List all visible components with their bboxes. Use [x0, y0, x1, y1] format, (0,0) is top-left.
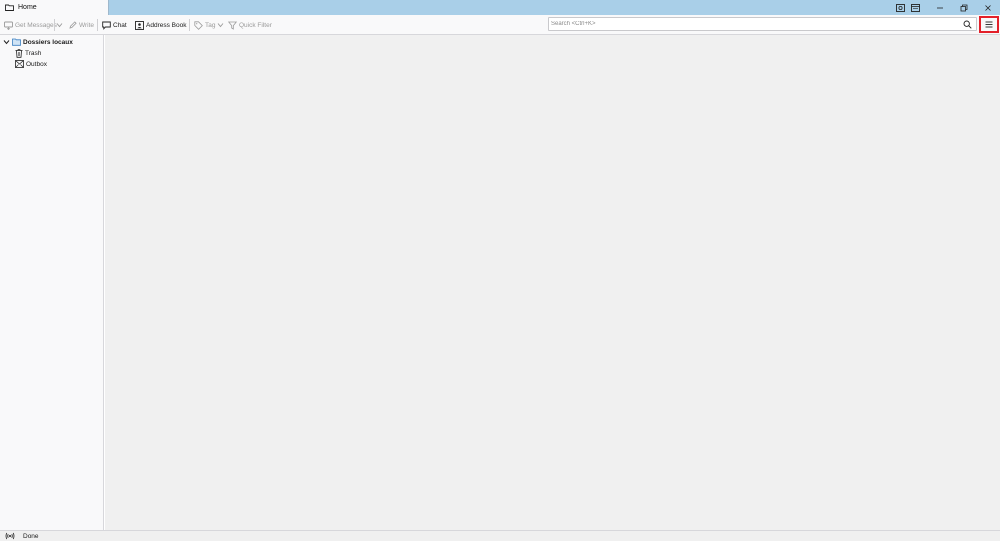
chat-label: Chat [113, 21, 127, 29]
search-icon[interactable] [963, 20, 972, 29]
tab-label: Home [18, 4, 37, 11]
tab-home[interactable]: Home [0, 0, 109, 15]
restore-icon[interactable] [952, 0, 976, 15]
chevron-down-icon [56, 22, 63, 28]
folder-item-outbox[interactable]: Outbox [15, 59, 47, 69]
minimize-icon[interactable] [928, 0, 952, 15]
toolbar-separator [54, 19, 55, 31]
folder-label: Outbox [26, 60, 47, 68]
status-bar: Done [0, 530, 1000, 541]
main-content-area [105, 35, 1000, 530]
get-messages-dropdown[interactable] [56, 19, 63, 31]
write-label: Write [79, 21, 95, 29]
tag-icon [194, 20, 203, 30]
calendar-icon[interactable] [903, 0, 927, 15]
status-text: Done [23, 532, 39, 540]
address-book-icon [135, 20, 144, 30]
toolbar-separator [97, 19, 98, 31]
chevron-down-icon [217, 22, 224, 28]
chevron-down-icon[interactable] [3, 39, 10, 45]
pencil-icon [69, 21, 77, 29]
folder-icon [12, 38, 21, 46]
app-menu-button[interactable] [979, 16, 999, 33]
outbox-icon [15, 60, 24, 68]
search-input[interactable] [551, 19, 951, 29]
online-status-icon[interactable] [5, 532, 15, 540]
get-messages-label: Get Messages [15, 21, 57, 29]
filter-icon [228, 21, 237, 30]
search-box[interactable] [548, 17, 977, 31]
chat-button[interactable]: Chat [102, 19, 127, 31]
tag-button[interactable]: Tag [194, 19, 224, 31]
trash-icon [15, 48, 23, 58]
address-book-label: Address Book [146, 21, 187, 29]
get-messages-icon [4, 21, 13, 30]
chat-icon [102, 21, 111, 30]
hamburger-menu-icon [985, 21, 993, 28]
account-label: Dossiers locaux [23, 38, 73, 46]
quick-filter-button[interactable]: Quick Filter [228, 19, 272, 31]
tag-label: Tag [205, 21, 216, 29]
main-toolbar: Get Messages Write Chat Address Book Tag [0, 15, 1000, 35]
folder-pane: Dossiers locaux Trash Outbox [0, 35, 104, 530]
address-book-button[interactable]: Address Book [135, 19, 186, 31]
toolbar-separator [189, 19, 190, 31]
write-button[interactable]: Write [69, 19, 94, 31]
folder-item-trash[interactable]: Trash [15, 48, 41, 58]
quick-filter-label: Quick Filter [239, 21, 272, 29]
folder-label: Trash [25, 49, 42, 57]
folder-icon [5, 4, 14, 11]
get-messages-button[interactable]: Get Messages [4, 19, 57, 31]
close-icon[interactable] [976, 0, 1000, 15]
title-bar: Home [0, 0, 1000, 15]
folder-tree-account[interactable]: Dossiers locaux [3, 37, 73, 47]
